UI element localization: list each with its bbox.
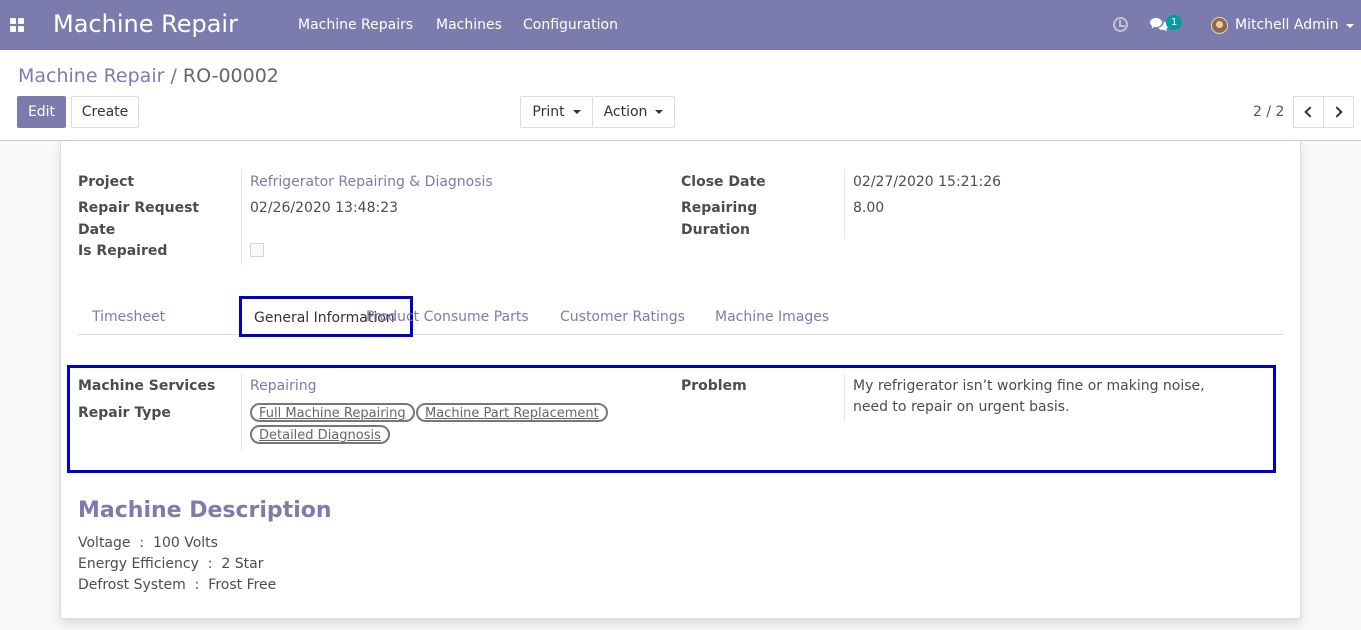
close-date-label: Close Date	[681, 174, 766, 190]
repair-request-date-value: 02/26/2020 13:48:23	[250, 200, 399, 216]
repairing-duration-label: Repairing	[681, 200, 758, 216]
pager-previous-button[interactable]	[1293, 96, 1324, 128]
create-button[interactable]: Create	[71, 96, 139, 128]
problem-line-1: My refrigerator isn’t working fine or ma…	[853, 378, 1205, 394]
tab-customer-ratings[interactable]: Customer Ratings	[560, 309, 685, 325]
chevron-left-icon	[1304, 106, 1316, 118]
chevron-down-icon[interactable]	[1346, 24, 1354, 28]
description-line: Defrost System : Frost Free	[78, 577, 277, 593]
chat-icon[interactable]	[1150, 17, 1168, 33]
pager-value: 2 / 2	[1253, 104, 1285, 120]
repairing-duration-label-2: Duration	[681, 222, 751, 238]
machine-description-title: Machine Description	[78, 498, 332, 523]
action-label: Action	[603, 104, 648, 120]
form-sheet: Project Repair Request Date Is Repaired …	[60, 141, 1301, 619]
description-line: Voltage : 100 Volts	[78, 535, 218, 551]
close-date-value: 02/27/2020 15:21:26	[853, 174, 1002, 190]
field-divider	[241, 374, 242, 450]
tab-product-consume-parts[interactable]: Product Consume Parts	[366, 309, 529, 325]
print-label: Print	[532, 104, 565, 120]
repair-type-tag[interactable]: Machine Part Replacement	[416, 403, 608, 422]
control-panel: Machine Repair / RO-00002 Edit Create Pr…	[0, 50, 1361, 141]
breadcrumb: Machine Repair / RO-00002	[18, 65, 279, 87]
is-repaired-label: Is Repaired	[78, 243, 168, 259]
breadcrumb-separator: /	[170, 65, 177, 87]
problem-line-2: need to repair on urgent basis.	[853, 399, 1070, 415]
repairing-duration-value: 8.00	[853, 200, 885, 216]
breadcrumb-parent[interactable]: Machine Repair	[18, 65, 164, 87]
caret-down-icon	[655, 110, 664, 114]
user-menu-name[interactable]: Mitchell Admin	[1235, 17, 1339, 33]
field-divider	[844, 169, 845, 239]
repair-type-tag[interactable]: Detailed Diagnosis	[250, 425, 390, 444]
project-value[interactable]: Refrigerator Repairing & Diagnosis	[250, 171, 493, 193]
menu-configuration[interactable]: Configuration	[523, 17, 618, 33]
project-label: Project	[78, 174, 135, 190]
menu-machine-repairs[interactable]: Machine Repairs	[298, 17, 413, 33]
menu-machines[interactable]: Machines	[436, 17, 502, 33]
repair-type-label: Repair Type	[78, 405, 171, 421]
avatar[interactable]	[1211, 17, 1228, 34]
repair-request-date-label-2: Date	[78, 222, 116, 238]
machine-services-value[interactable]: Repairing	[250, 375, 316, 397]
edit-button[interactable]: Edit	[17, 96, 66, 128]
field-divider	[844, 374, 845, 422]
description-line: Energy Efficiency : 2 Star	[78, 556, 264, 572]
field-divider	[241, 169, 242, 265]
caret-down-icon	[572, 110, 581, 114]
problem-label: Problem	[681, 378, 747, 394]
chat-count-badge: 1	[1166, 15, 1183, 30]
app-title: Machine Repair	[53, 10, 238, 38]
pager-next-button[interactable]	[1323, 96, 1354, 128]
print-dropdown-button[interactable]: Print	[520, 96, 593, 128]
repair-request-date-label: Repair Request	[78, 200, 200, 216]
clock-icon[interactable]	[1113, 17, 1128, 32]
breadcrumb-current: RO-00002	[182, 65, 279, 87]
apps-grid-icon[interactable]	[10, 18, 24, 32]
tab-timesheet[interactable]: Timesheet	[92, 309, 165, 325]
repair-type-tag[interactable]: Full Machine Repairing	[250, 403, 415, 422]
action-dropdown-button[interactable]: Action	[592, 96, 675, 128]
is-repaired-checkbox[interactable]	[250, 243, 264, 257]
machine-services-label: Machine Services	[78, 378, 216, 394]
chevron-right-icon	[1331, 106, 1343, 118]
tab-machine-images[interactable]: Machine Images	[715, 309, 829, 325]
top-navbar: Machine Repair Machine Repairs Machines …	[0, 0, 1361, 50]
